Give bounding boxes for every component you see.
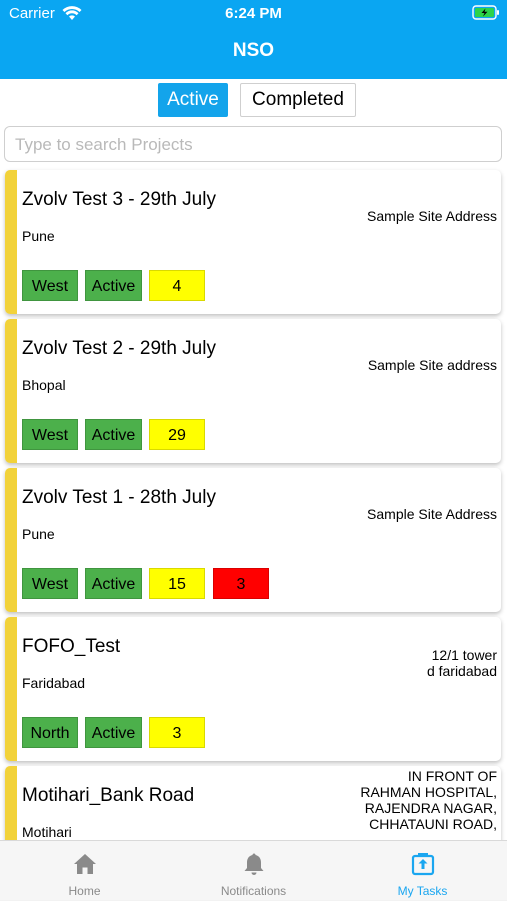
search-input[interactable]: [13, 127, 497, 163]
project-city: Motihari: [22, 824, 72, 840]
project-title: FOFO_Test: [22, 636, 121, 657]
project-address: IN FRONT OF RAHMAN HOSPITAL, RAJENDRA NA…: [360, 768, 497, 832]
project-title: Zvolv Test 2 - 29th July: [22, 338, 216, 359]
project-title: Motihari_Bank Road: [22, 785, 195, 806]
card-stripe: [5, 319, 17, 463]
count-badge: 4: [149, 270, 205, 301]
status-time: 6:24 PM: [225, 5, 282, 22]
search-bar: [4, 126, 502, 163]
project-city: Pune: [22, 526, 55, 542]
app-header: Carrier 6:24 PM NSO: [0, 0, 507, 79]
status-badge: Active: [85, 419, 142, 450]
project-city: Bhopal: [22, 377, 66, 393]
card-stripe: [5, 170, 17, 314]
tab-active[interactable]: Active: [158, 83, 228, 117]
card-stripe: [5, 617, 17, 761]
project-address: 12/1 tower d faridabad: [426, 647, 497, 679]
tab-completed[interactable]: Completed: [240, 83, 356, 117]
status-badge: Active: [85, 717, 142, 748]
project-card[interactable]: FOFO_Test Faridabad 12/1 tower d faridab…: [5, 617, 501, 761]
status-badge: Active: [85, 568, 142, 599]
tab-notifications[interactable]: Notifications: [169, 841, 338, 901]
count-badge: 3: [149, 717, 205, 748]
card-stripe: [5, 468, 17, 612]
region-badge: North: [22, 717, 78, 748]
tab-my-tasks-label: My Tasks: [397, 884, 448, 898]
project-card[interactable]: Zvolv Test 3 - 29th July Pune Sample Sit…: [5, 170, 501, 314]
project-card[interactable]: Zvolv Test 1 - 28th July Pune Sample Sit…: [5, 468, 501, 612]
alert-count-badge: 3: [213, 568, 269, 599]
region-badge: West: [22, 270, 78, 301]
tab-home-label: Home: [68, 884, 101, 898]
project-address: Sample Site Address: [367, 506, 497, 522]
project-list-screen: Active Completed Zvolv Test 3 - 29th Jul…: [0, 79, 507, 840]
battery-charging-icon: [472, 5, 499, 20]
region-badge: West: [22, 419, 78, 450]
tab-bar: Home Notifications My Tasks: [0, 840, 507, 900]
status-bar: Carrier 6:24 PM: [0, 0, 507, 28]
project-city: Pune: [22, 228, 55, 244]
status-badge: Active: [85, 270, 142, 301]
project-address: Sample Site address: [367, 357, 497, 373]
home-icon: [74, 854, 96, 874]
page-title: NSO: [232, 40, 275, 61]
tab-my-tasks[interactable]: My Tasks: [338, 841, 507, 901]
project-city: Faridabad: [22, 675, 86, 691]
tasks-icon: [411, 853, 435, 876]
card-stripe: [5, 766, 17, 840]
count-badge: 15: [149, 568, 205, 599]
project-card[interactable]: Motihari_Bank Road Motihari IN FRONT OF …: [5, 766, 501, 840]
bell-icon: [244, 853, 264, 875]
tab-notifications-label: Notifications: [220, 884, 287, 898]
project-title: Zvolv Test 3 - 29th July: [22, 189, 216, 210]
project-card[interactable]: Zvolv Test 2 - 29th July Bhopal Sample S…: [5, 319, 501, 463]
count-badge: 29: [149, 419, 205, 450]
tab-home[interactable]: Home: [0, 841, 169, 901]
project-title: Zvolv Test 1 - 28th July: [22, 487, 216, 508]
region-badge: West: [22, 568, 78, 599]
project-address: Sample Site Address: [367, 208, 497, 224]
